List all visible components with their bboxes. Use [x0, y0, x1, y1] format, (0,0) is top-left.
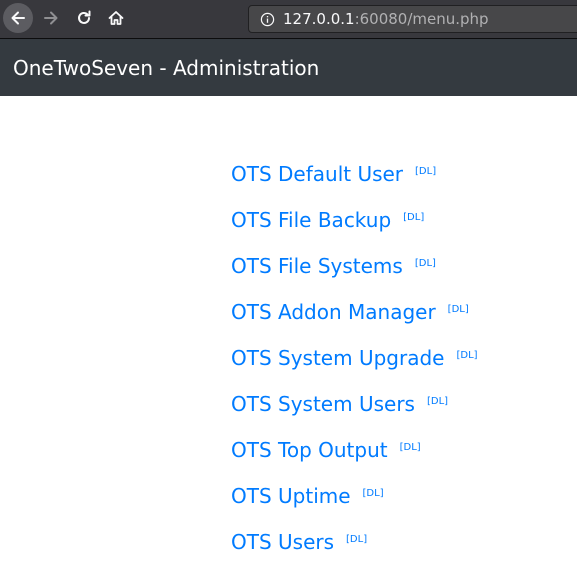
menu-item-file-backup: OTS File Backup [DL]	[231, 204, 478, 250]
download-link-users[interactable]: [DL]	[346, 532, 367, 548]
forward-button[interactable]	[37, 4, 65, 32]
navbar-brand[interactable]: OneTwoSeven - Administration	[13, 56, 319, 80]
menu-item-file-systems: OTS File Systems [DL]	[231, 250, 478, 296]
menu-link-file-systems[interactable]: OTS File Systems	[231, 250, 403, 282]
menu-item-default-user: OTS Default User [DL]	[231, 158, 478, 204]
download-link-system-users[interactable]: [DL]	[427, 394, 448, 410]
download-link-file-systems[interactable]: [DL]	[415, 256, 436, 272]
download-link-top-output[interactable]: [DL]	[400, 440, 421, 456]
download-link-default-user[interactable]: [DL]	[415, 164, 436, 180]
back-arrow-icon	[11, 11, 25, 25]
menu-item-system-upgrade: OTS System Upgrade [DL]	[231, 342, 478, 388]
home-icon	[108, 11, 124, 25]
menu-link-system-upgrade[interactable]: OTS System Upgrade	[231, 342, 444, 374]
menu-link-uptime[interactable]: OTS Uptime	[231, 480, 351, 512]
menu-item-system-users: OTS System Users [DL]	[231, 388, 478, 434]
download-link-addon-manager[interactable]: [DL]	[448, 302, 469, 318]
info-icon[interactable]	[259, 11, 275, 27]
menu-link-users[interactable]: OTS Users	[231, 526, 334, 558]
url-path: :60080/menu.php	[354, 10, 489, 28]
menu-link-file-backup[interactable]: OTS File Backup	[231, 204, 391, 236]
url-host: 127.0.0.1	[283, 10, 355, 28]
menu-item-addon-manager: OTS Addon Manager [DL]	[231, 296, 478, 342]
menu-link-default-user[interactable]: OTS Default User	[231, 158, 403, 190]
menu-item-users: OTS Users [DL]	[231, 526, 478, 572]
menu-link-addon-manager[interactable]: OTS Addon Manager	[231, 296, 436, 328]
url-bar[interactable]: 127.0.0.1:60080/menu.php	[248, 5, 577, 33]
menu-item-uptime: OTS Uptime [DL]	[231, 480, 478, 526]
reload-button[interactable]	[70, 4, 98, 32]
admin-menu-list: OTS Default User [DL] OTS File Backup [D…	[231, 158, 478, 572]
app-navbar: OneTwoSeven - Administration	[0, 39, 577, 96]
download-link-uptime[interactable]: [DL]	[363, 486, 384, 502]
menu-link-top-output[interactable]: OTS Top Output	[231, 434, 388, 466]
download-link-file-backup[interactable]: [DL]	[403, 210, 424, 226]
back-button[interactable]	[3, 3, 33, 33]
home-button[interactable]	[102, 4, 130, 32]
download-link-system-upgrade[interactable]: [DL]	[456, 348, 477, 364]
browser-toolbar: 127.0.0.1:60080/menu.php	[0, 0, 577, 39]
reload-icon	[78, 10, 91, 24]
menu-link-system-users[interactable]: OTS System Users	[231, 388, 415, 420]
forward-arrow-icon	[44, 11, 58, 25]
url-text: 127.0.0.1:60080/menu.php	[283, 10, 489, 28]
menu-item-top-output: OTS Top Output [DL]	[231, 434, 478, 480]
